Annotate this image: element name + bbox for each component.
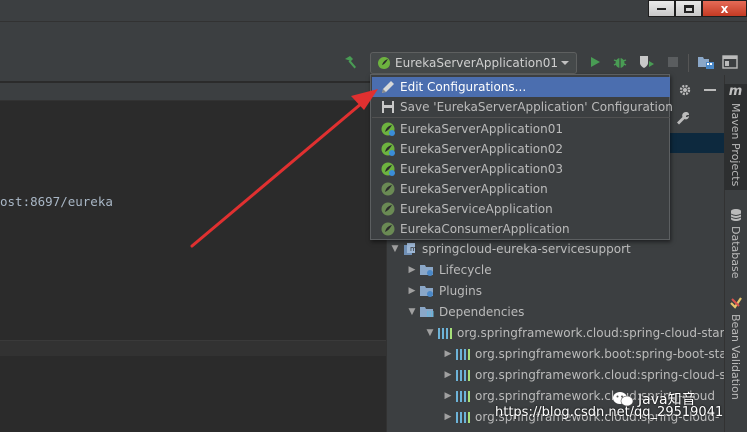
annotation-arrow-icon [190, 89, 378, 248]
watermark-url: https://blog.csdn.net/qq_29519041 [495, 405, 724, 420]
